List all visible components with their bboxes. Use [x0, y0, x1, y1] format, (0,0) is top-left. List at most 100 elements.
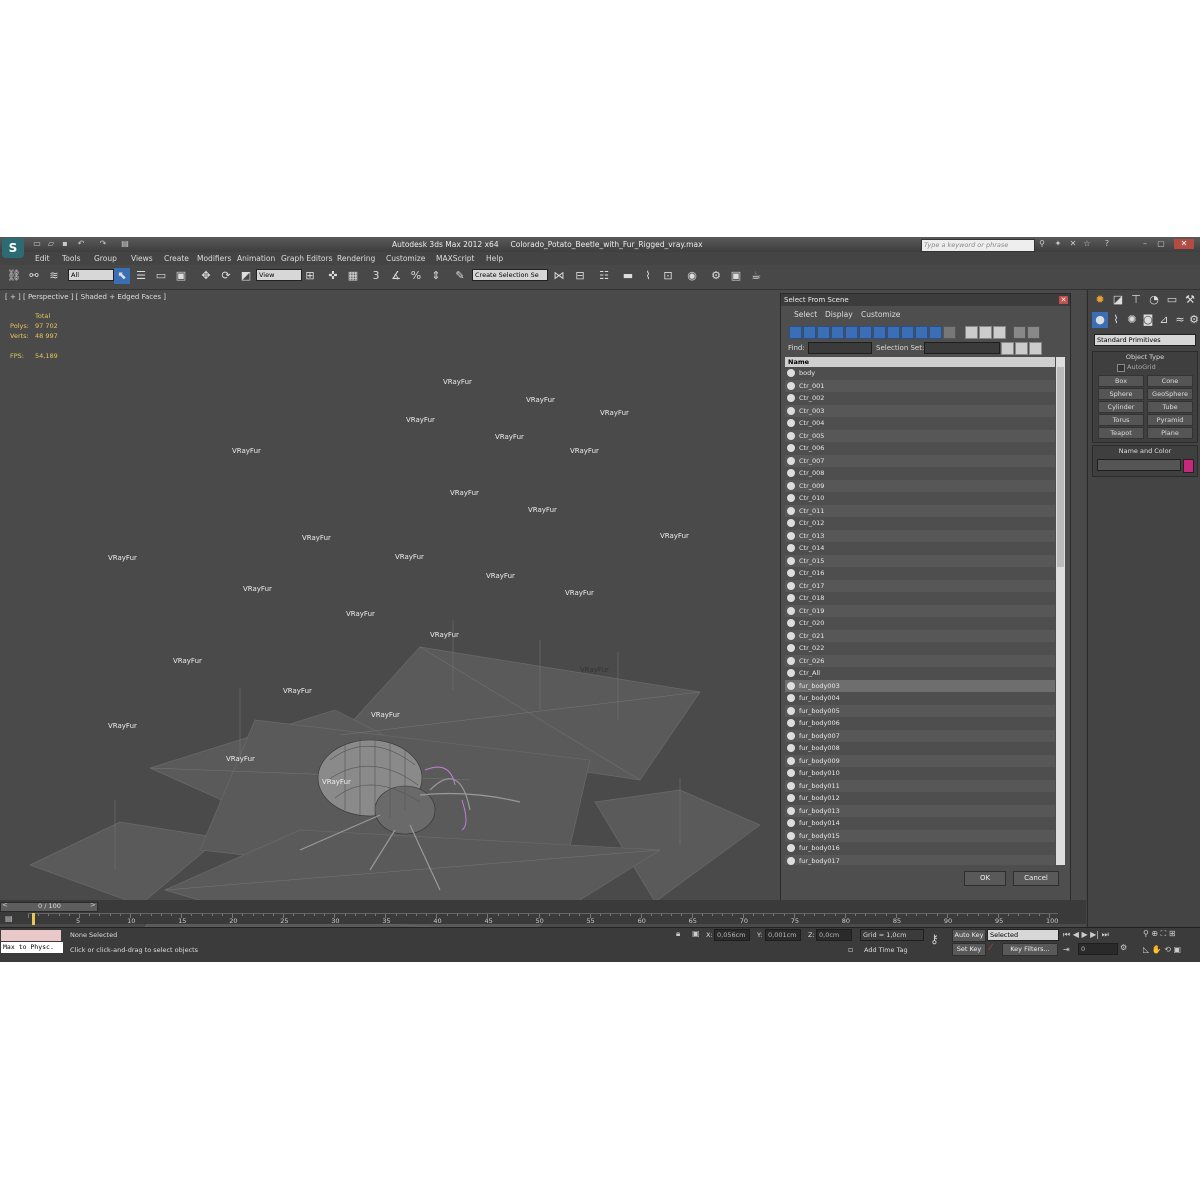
- maxscript-mini-listener[interactable]: Max to Physc.: [1, 942, 63, 953]
- absolute-mode-icon[interactable]: ▣: [692, 929, 700, 938]
- minimize-icon[interactable]: –: [1140, 239, 1150, 249]
- autogrid-checkbox[interactable]: [1117, 364, 1125, 372]
- select-dependents-icon[interactable]: [1015, 342, 1028, 355]
- hierarchy-tab-icon[interactable]: ⊤: [1128, 292, 1144, 308]
- move-icon[interactable]: ✥: [198, 268, 214, 284]
- sphere-button[interactable]: Sphere: [1098, 388, 1144, 400]
- filter-cameras-icon[interactable]: [831, 326, 844, 339]
- list-item[interactable]: Ctr_001: [785, 379, 1055, 392]
- selection-filter-dropdown[interactable]: All: [68, 269, 114, 281]
- filter-shapes-icon[interactable]: [803, 326, 816, 339]
- modify-tab-icon[interactable]: ◪: [1110, 292, 1126, 308]
- pyramid-button[interactable]: Pyramid: [1147, 414, 1193, 426]
- display-none-icon[interactable]: [979, 326, 992, 339]
- sync-selection-icon[interactable]: [1013, 326, 1026, 339]
- list-item[interactable]: Ctr_003: [785, 404, 1055, 417]
- time-config-icon[interactable]: ⚙: [1120, 943, 1127, 952]
- edit-named-sets-icon[interactable]: ✎: [452, 268, 468, 284]
- list-item[interactable]: Ctr_011: [785, 504, 1055, 517]
- list-item[interactable]: fur_body016: [785, 842, 1055, 855]
- menu-rendering[interactable]: Rendering: [337, 254, 375, 263]
- auto-key-button[interactable]: Auto Key: [952, 929, 986, 942]
- render-setup-icon[interactable]: ⚙: [708, 268, 724, 284]
- display-invert-icon[interactable]: [993, 326, 1006, 339]
- rectangular-selection-icon[interactable]: ▭: [153, 268, 169, 284]
- goto-end-icon[interactable]: ⏭: [1102, 930, 1109, 939]
- list-item[interactable]: body: [785, 367, 1055, 380]
- list-item[interactable]: fur_body005: [785, 704, 1055, 717]
- select-manipulate-icon[interactable]: ✜: [325, 268, 341, 284]
- menu-help[interactable]: Help: [486, 254, 503, 263]
- angle-snap-icon[interactable]: ∡: [388, 268, 404, 284]
- name-and-color-title[interactable]: Name and Color: [1093, 447, 1197, 455]
- list-item[interactable]: fur_body006: [785, 717, 1055, 730]
- zoom-extents-all-icon[interactable]: ⊞: [1169, 929, 1176, 938]
- list-item[interactable]: Ctr_016: [785, 567, 1055, 580]
- dialog-close-icon[interactable]: ✕: [1059, 296, 1068, 304]
- cancel-button[interactable]: Cancel: [1013, 871, 1059, 886]
- add-time-tag[interactable]: Add Time Tag: [864, 946, 908, 954]
- maximize-viewport-icon[interactable]: ▣: [1173, 945, 1181, 954]
- layer-manager-icon[interactable]: ☷: [596, 268, 612, 284]
- menu-create[interactable]: Create: [164, 254, 189, 263]
- list-item[interactable]: fur_body014: [785, 817, 1055, 830]
- create-tab-icon[interactable]: ✹: [1092, 292, 1108, 308]
- key-filters-button[interactable]: Key Filters...: [1002, 943, 1058, 956]
- shapes-icon[interactable]: ⌇: [1108, 312, 1124, 328]
- menu-views[interactable]: Views: [131, 254, 153, 263]
- render-production-icon[interactable]: ☕: [748, 268, 764, 284]
- filter-settings-icon[interactable]: [1027, 326, 1040, 339]
- bind-space-warp-icon[interactable]: ≋: [46, 268, 62, 284]
- pivot-center-icon[interactable]: ⊞: [302, 268, 318, 284]
- list-item[interactable]: Ctr_013: [785, 529, 1055, 542]
- next-key-icon[interactable]: ▶|: [1090, 930, 1099, 939]
- menu-modifiers[interactable]: Modifiers: [197, 254, 231, 263]
- current-frame-marker[interactable]: [32, 913, 35, 925]
- ref-coord-dropdown[interactable]: View: [256, 269, 302, 281]
- play-icon[interactable]: ▶: [1081, 930, 1087, 939]
- time-tag-icon[interactable]: ▫: [848, 945, 853, 954]
- filter-hidden-icon[interactable]: [943, 326, 956, 339]
- list-item[interactable]: Ctr_005: [785, 429, 1055, 442]
- menu-group[interactable]: Group: [94, 254, 117, 263]
- goto-start-icon[interactable]: ⏮: [1063, 930, 1070, 939]
- lock-selection-icon[interactable]: 🔒︎: [676, 929, 680, 939]
- menu-edit[interactable]: Edit: [35, 254, 50, 263]
- list-item[interactable]: Ctr_All: [785, 667, 1055, 680]
- menu-customize[interactable]: Customize: [386, 254, 425, 263]
- select-by-name-icon[interactable]: ☰: [133, 268, 149, 284]
- list-item[interactable]: Ctr_010: [785, 492, 1055, 505]
- keyboard-shortcut-icon[interactable]: ▦: [345, 268, 361, 284]
- spinner-snap-icon[interactable]: ⇕: [428, 268, 444, 284]
- list-item[interactable]: fur_body003: [785, 679, 1055, 692]
- list-item[interactable]: Ctr_019: [785, 604, 1055, 617]
- time-slider[interactable]: 0 / 100: [0, 902, 98, 912]
- mirror-icon[interactable]: ⋈: [551, 268, 567, 284]
- ok-button[interactable]: OK: [964, 871, 1006, 886]
- curve-editor-icon[interactable]: ⌇: [640, 268, 656, 284]
- list-item[interactable]: Ctr_026: [785, 654, 1055, 667]
- graphite-tools-icon[interactable]: ▬: [620, 268, 636, 284]
- filter-helpers-icon[interactable]: [845, 326, 858, 339]
- display-all-icon[interactable]: [965, 326, 978, 339]
- plane-button[interactable]: Plane: [1147, 427, 1193, 439]
- x-coordinate-field[interactable]: 0,056cm: [714, 929, 750, 941]
- set-key-button[interactable]: Set Key: [952, 943, 986, 956]
- geosphere-button[interactable]: GeoSphere: [1147, 388, 1193, 400]
- scale-icon[interactable]: ◩: [238, 268, 254, 284]
- list-item[interactable]: Ctr_008: [785, 467, 1055, 480]
- cameras-icon[interactable]: ◙: [1140, 312, 1156, 328]
- filter-bones-icon[interactable]: [901, 326, 914, 339]
- motion-tab-icon[interactable]: ◔: [1146, 292, 1162, 308]
- maximize-icon[interactable]: ▢: [1156, 239, 1166, 249]
- menu-maxscript[interactable]: MAXScript: [436, 254, 475, 263]
- list-item[interactable]: fur_body011: [785, 779, 1055, 792]
- name-column-header[interactable]: Name: [785, 357, 1055, 367]
- link-icon[interactable]: ⛓: [6, 268, 22, 284]
- list-item[interactable]: fur_body013: [785, 804, 1055, 817]
- list-item[interactable]: fur_body009: [785, 754, 1055, 767]
- cylinder-button[interactable]: Cylinder: [1098, 401, 1144, 413]
- filter-spacewarps-icon[interactable]: [859, 326, 872, 339]
- pan-icon[interactable]: ✋: [1152, 945, 1162, 954]
- percent-snap-icon[interactable]: %: [408, 268, 424, 284]
